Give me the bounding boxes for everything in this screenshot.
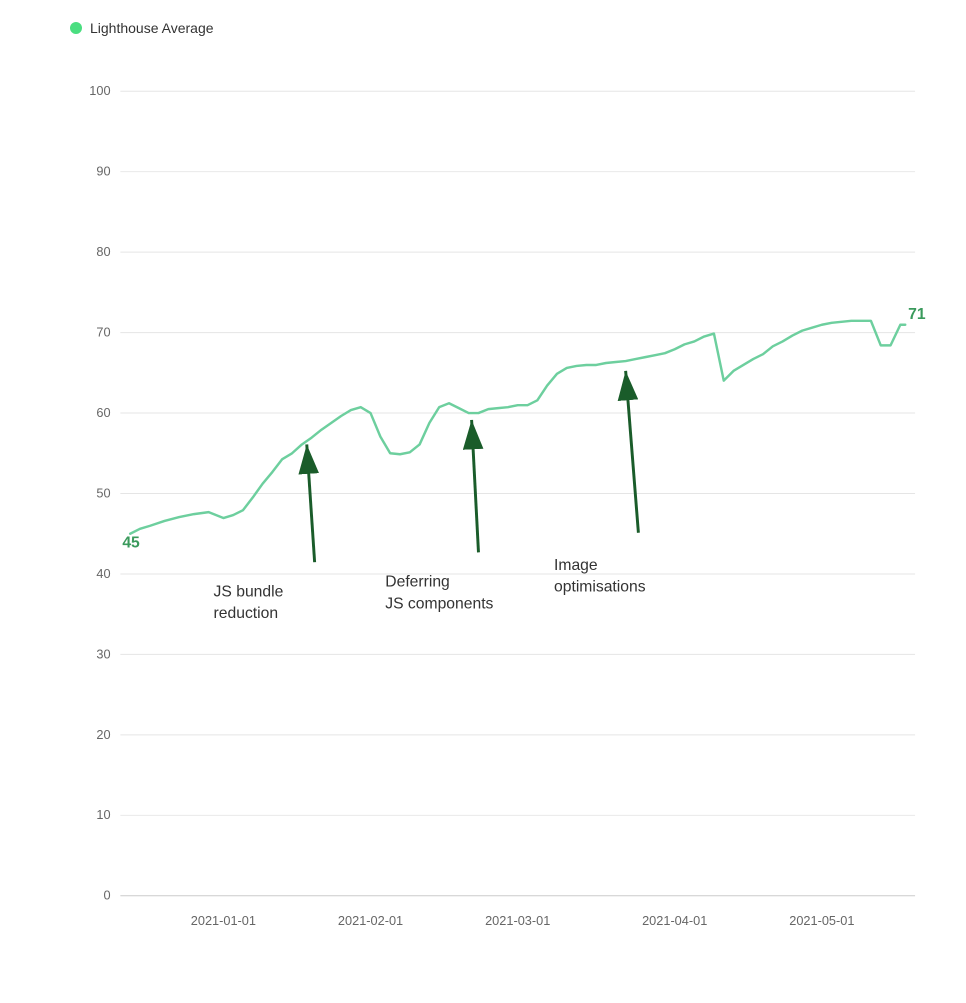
chart-container: Lighthouse Average 100 90 80 70 60 <box>0 0 966 1003</box>
x-label-apr: 2021-04-01 <box>642 913 707 928</box>
x-label-jan: 2021-01-01 <box>191 913 256 928</box>
y-label-90: 90 <box>96 164 110 179</box>
legend-label: Lighthouse Average <box>90 20 214 36</box>
annotation-arrow-image-opt <box>626 371 639 533</box>
end-value-label: 71 <box>908 306 926 323</box>
chart-svg: 100 90 80 70 60 50 40 30 20 10 0 2021-01… <box>60 52 946 935</box>
annotation-arrow-js-bundle <box>307 444 315 562</box>
annotation-arrow-deferring-js <box>472 420 479 552</box>
x-label-mar: 2021-03-01 <box>485 913 550 928</box>
y-label-0: 0 <box>103 888 110 903</box>
y-label-20: 20 <box>96 727 110 742</box>
y-label-100: 100 <box>89 83 110 98</box>
annotation-label-deferring-js: Deferring JS components <box>385 574 493 613</box>
y-label-30: 30 <box>96 646 110 661</box>
x-label-feb: 2021-02-01 <box>338 913 403 928</box>
y-label-10: 10 <box>96 807 110 822</box>
legend-dot <box>70 22 82 34</box>
annotation-label-js-bundle: JS bundle reduction <box>214 584 288 623</box>
chart-area: 100 90 80 70 60 50 40 30 20 10 0 2021-01… <box>60 52 946 935</box>
y-label-40: 40 <box>96 566 110 581</box>
annotation-label-image-opt: Image optimisations <box>554 557 646 596</box>
x-label-may: 2021-05-01 <box>789 913 854 928</box>
y-label-60: 60 <box>96 405 110 420</box>
y-label-50: 50 <box>96 485 110 500</box>
chart-line <box>130 321 905 534</box>
y-label-70: 70 <box>96 325 110 340</box>
start-value-label: 45 <box>122 534 140 551</box>
chart-legend: Lighthouse Average <box>60 20 946 36</box>
y-label-80: 80 <box>96 244 110 259</box>
